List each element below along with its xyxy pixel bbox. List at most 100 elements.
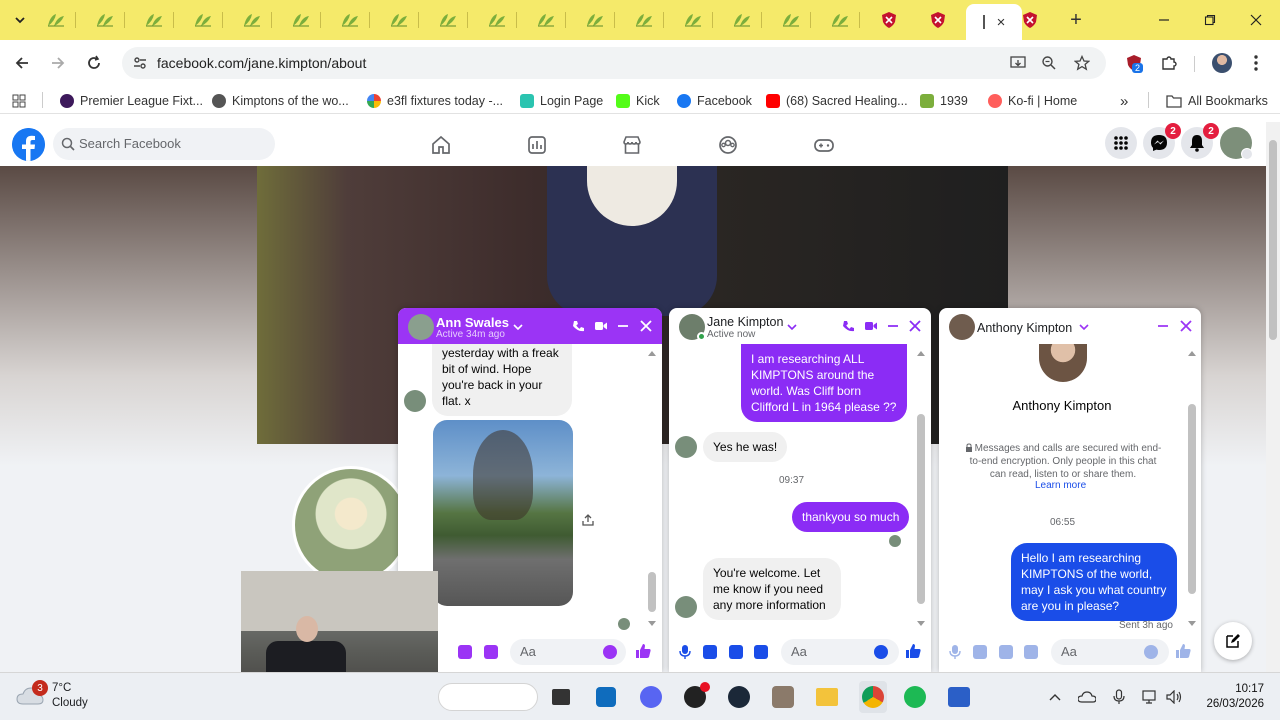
chat-header-ann[interactable]: Ann Swales Active 34m ago — [398, 308, 662, 344]
account-avatar[interactable] — [1220, 127, 1253, 160]
feeds-nav[interactable] — [526, 134, 548, 156]
chat-scrollbar[interactable] — [917, 414, 925, 604]
chat-scrollbar[interactable] — [648, 572, 656, 612]
profile-avatar[interactable] — [1210, 51, 1234, 75]
voice-call-button[interactable] — [840, 318, 856, 334]
message-photo[interactable] — [433, 420, 573, 606]
tray-overflow-button[interactable] — [1046, 688, 1064, 706]
network-icon[interactable] — [1142, 688, 1160, 706]
minimize-chat-button[interactable] — [615, 318, 631, 334]
back-button[interactable] — [8, 49, 36, 77]
taskbar-app-blue[interactable] — [947, 685, 971, 709]
close-chat-button[interactable] — [907, 318, 923, 334]
install-app-icon[interactable] — [1008, 53, 1028, 73]
microphone-icon[interactable] — [679, 644, 691, 660]
chevron-down-icon[interactable] — [787, 323, 797, 331]
page-scrollbar[interactable] — [1266, 122, 1280, 672]
menu-button[interactable] — [1105, 127, 1137, 159]
chevron-down-icon[interactable] — [1079, 323, 1089, 331]
chat-header-jane[interactable]: Jane Kimpton Active now — [669, 308, 931, 344]
taskbar-app-chatgpt[interactable] — [683, 682, 710, 709]
browser-tab[interactable] — [771, 8, 811, 32]
all-bookmarks-button[interactable]: All Bookmarks — [1166, 92, 1268, 110]
browser-tab[interactable] — [85, 8, 125, 32]
gif-icon[interactable] — [1024, 645, 1038, 659]
emoji-icon[interactable] — [603, 645, 617, 659]
like-button[interactable] — [634, 642, 652, 663]
bookmark-1939[interactable]: 1939 — [920, 92, 968, 110]
tab-favicon-shield[interactable] — [1010, 8, 1050, 32]
forward-button[interactable] — [44, 49, 72, 77]
minimize-chat-button[interactable] — [1155, 318, 1171, 334]
taskbar-app-chrome[interactable] — [859, 681, 887, 713]
notifications-button[interactable]: 2 — [1181, 123, 1219, 159]
new-tab-button[interactable]: + — [1064, 8, 1088, 32]
browser-menu-button[interactable] — [1244, 51, 1268, 75]
profile-picture[interactable] — [292, 466, 410, 584]
new-message-button[interactable] — [1214, 622, 1252, 660]
emoji-icon[interactable] — [874, 645, 888, 659]
url-text[interactable]: facebook.com/jane.kimpton/about — [157, 55, 366, 71]
browser-tab[interactable] — [232, 8, 272, 32]
apps-button[interactable] — [12, 92, 26, 110]
browser-tab[interactable] — [869, 8, 909, 32]
scroll-down-icon[interactable] — [1187, 620, 1197, 628]
browser-tab[interactable] — [477, 8, 517, 32]
like-button[interactable] — [1174, 642, 1192, 663]
taskbar-app-outlook[interactable] — [594, 685, 618, 709]
bookmark-login-page[interactable]: Login Page — [520, 92, 603, 110]
messenger-button[interactable]: 2 — [1143, 123, 1181, 159]
like-button[interactable] — [904, 642, 922, 663]
close-chat-button[interactable] — [638, 318, 654, 334]
more-bookmarks-button[interactable]: » — [1120, 92, 1128, 110]
extension-shield-button[interactable]: 2 — [1122, 51, 1146, 75]
tab-close-button[interactable]: × — [997, 14, 1006, 31]
tab-search-button[interactable] — [8, 8, 32, 32]
restore-window-button[interactable] — [1188, 6, 1232, 34]
facebook-logo-icon[interactable] — [12, 128, 45, 161]
chat-contact-name[interactable]: Ann Swales — [436, 315, 509, 330]
groups-nav[interactable] — [717, 134, 739, 156]
photo-icon[interactable] — [973, 645, 987, 659]
home-nav[interactable] — [430, 134, 452, 156]
gif-icon[interactable] — [484, 645, 498, 659]
browser-tab[interactable] — [820, 8, 860, 32]
marketplace-nav[interactable] — [621, 134, 643, 156]
taskbar-app-steam[interactable] — [727, 685, 751, 709]
chat-contact-name[interactable]: Anthony Kimpton — [977, 321, 1072, 335]
browser-tab[interactable] — [183, 8, 223, 32]
sticker-icon[interactable] — [458, 645, 472, 659]
onedrive-icon[interactable] — [1078, 688, 1096, 706]
video-call-button[interactable] — [593, 318, 609, 334]
chat-messages-jane[interactable]: I am researching ALL KIMPTONS around the… — [669, 344, 931, 632]
close-chat-button[interactable] — [1178, 318, 1194, 334]
share-message-button[interactable] — [582, 514, 594, 529]
browser-tab[interactable] — [36, 8, 76, 32]
microphone-icon[interactable] — [1110, 688, 1128, 706]
volume-icon[interactable] — [1166, 688, 1184, 706]
browser-tab[interactable] — [624, 8, 664, 32]
scroll-down-icon[interactable] — [647, 620, 657, 628]
taskbar-app-explorer[interactable] — [815, 685, 839, 709]
site-info-icon[interactable] — [130, 53, 150, 73]
scroll-up-icon[interactable] — [916, 349, 926, 357]
microphone-icon[interactable] — [949, 644, 961, 660]
bookmark-sacred-healing[interactable]: (68) Sacred Healing... — [766, 92, 908, 110]
minimize-window-button[interactable] — [1142, 6, 1186, 34]
voice-call-button[interactable] — [570, 318, 586, 334]
zoom-icon[interactable] — [1039, 53, 1059, 73]
photo-icon[interactable] — [703, 645, 717, 659]
chat-messages-anthony[interactable]: Anthony Kimpton Messages and calls are s… — [939, 344, 1201, 632]
chat-header-anthony[interactable]: Anthony Kimpton — [939, 308, 1201, 344]
browser-tab[interactable] — [134, 8, 174, 32]
browser-tab[interactable] — [526, 8, 566, 32]
gif-icon[interactable] — [754, 645, 768, 659]
browser-tab[interactable] — [428, 8, 468, 32]
sticker-icon[interactable] — [729, 645, 743, 659]
taskbar-search[interactable] — [438, 683, 538, 711]
scroll-up-icon[interactable] — [1187, 349, 1197, 357]
video-call-button[interactable] — [863, 318, 879, 334]
browser-tab[interactable] — [918, 8, 958, 32]
reload-button[interactable] — [80, 49, 108, 77]
browser-tab[interactable] — [379, 8, 419, 32]
